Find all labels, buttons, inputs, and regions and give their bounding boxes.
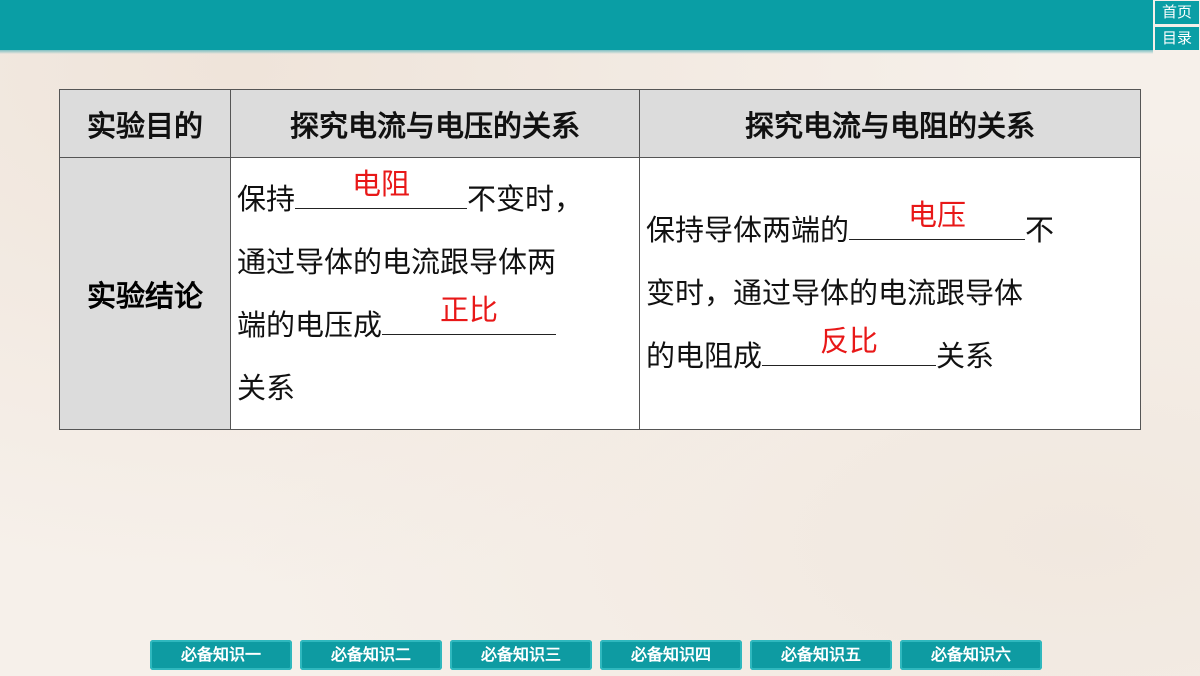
text-segment: 不 xyxy=(1025,213,1055,247)
text-segment: 的电阻成 xyxy=(646,339,763,373)
text-segment: 端的电压成 xyxy=(237,307,383,342)
tab-knowledge-6[interactable]: 必备知识六 xyxy=(900,640,1042,670)
conclusion-table: 实验目的 探究电流与电压的关系 探究电流与电阻的关系 实验结论 保持 电阻 不变时，… xyxy=(59,89,1141,430)
text-segment: 不变时， xyxy=(467,181,584,216)
tab-knowledge-2[interactable]: 必备知识二 xyxy=(300,640,442,670)
cell-voltage-conclusion: 保持 电阻 不变时， 通过导体的电流跟导体两 端的电压成 正比 关系 xyxy=(230,157,640,430)
banner-shadow xyxy=(0,50,1153,54)
fill-blank: 正比 xyxy=(382,293,557,335)
tab-knowledge-5[interactable]: 必备知识五 xyxy=(750,640,892,670)
tab-knowledge-1[interactable]: 必备知识一 xyxy=(150,640,292,670)
answer-text: 反比 xyxy=(820,324,879,358)
fill-blank: 电压 xyxy=(849,198,1026,240)
cell-resistance-conclusion: 保持导体两端的 电压 不 变时，通过导体的电流跟导体 的电阻成 反比 关系 xyxy=(639,157,1141,430)
text-segment: 通过导体的电流跟导体两 xyxy=(237,244,557,279)
row-label-conclusion: 实验结论 xyxy=(59,157,231,430)
tab-knowledge-3[interactable]: 必备知识三 xyxy=(450,640,592,670)
fill-blank: 电阻 xyxy=(295,167,468,209)
top-banner xyxy=(0,0,1153,50)
toc-button[interactable]: 目录 xyxy=(1155,27,1199,50)
table-row: 实验结论 保持 电阻 不变时， 通过导体的电流跟导体两 端的电压成 正比 关系 保持导… xyxy=(59,157,1141,430)
text-segment: 变时，通过导体的电流跟导体 xyxy=(646,276,1024,310)
header-resistance: 探究电流与电阻的关系 xyxy=(639,89,1141,158)
text-segment: 保持 xyxy=(237,181,296,216)
header-purpose: 实验目的 xyxy=(59,89,231,158)
text-segment: 保持导体两端的 xyxy=(646,213,850,247)
table-header-row: 实验目的 探究电流与电压的关系 探究电流与电阻的关系 xyxy=(59,89,1141,158)
answer-text: 正比 xyxy=(440,292,499,327)
answer-text: 电阻 xyxy=(352,166,411,201)
text-segment: 关系 xyxy=(237,370,296,405)
header-voltage: 探究电流与电压的关系 xyxy=(230,89,640,158)
home-button[interactable]: 首页 xyxy=(1155,1,1199,24)
fill-blank: 反比 xyxy=(762,324,937,366)
tab-knowledge-4[interactable]: 必备知识四 xyxy=(600,640,742,670)
text-segment: 关系 xyxy=(936,339,995,373)
answer-text: 电压 xyxy=(908,198,967,232)
